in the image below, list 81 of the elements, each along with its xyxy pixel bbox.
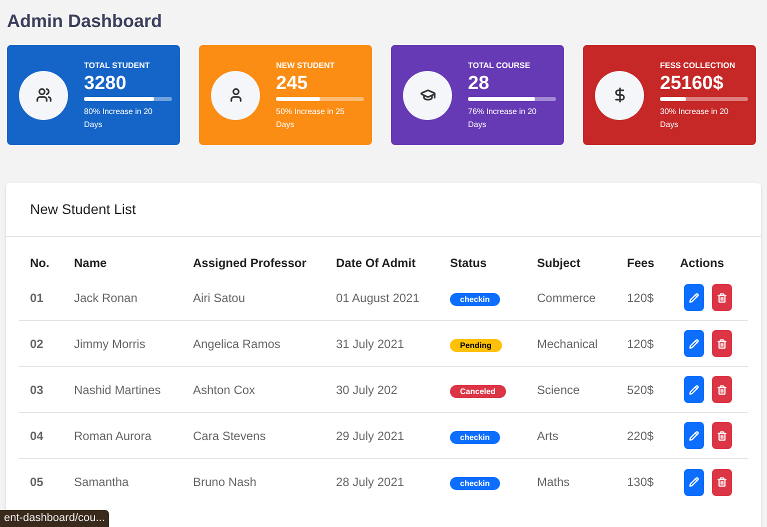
link-status-bar: ent-dashboard/cou... [0,510,109,527]
graduation-cap-icon [420,87,436,103]
edit-button[interactable] [684,376,704,403]
table-cell-text: Samantha [74,474,130,491]
table-cell-text: 120$ [627,336,655,352]
table-cell-text: Jack Ronan [74,290,138,306]
status-badge: Canceled [450,384,506,398]
page-title: Admin Dashboard [7,10,164,33]
table-cell-text: Arts [537,428,560,444]
table-cell-text: Roman Aurora [74,428,152,444]
table-cell-text: 03 [30,382,44,398]
table-cell-text: 30 July 202 [336,382,398,398]
table-cell-text: 120$ [627,290,655,306]
card-value: 25160$ [660,72,724,96]
delete-button[interactable] [712,330,732,357]
table-cell-text: 01 August 2021 [336,290,420,306]
trash-icon [717,430,727,440]
table-cell-text: 130$ [627,474,655,491]
table-cell-text: 05 [30,474,44,491]
card-label: TOTAL STUDENT [84,60,151,72]
table-cell-text: 28 July 2021 [336,474,406,491]
card-label: FESS COLLECTION [660,60,736,72]
column-header: Subject [537,255,582,272]
card-value: 3280 [84,72,128,96]
pencil-icon [689,384,699,394]
table-cell-text: Maths [537,474,571,491]
table-cell-text: Science [537,382,581,398]
trash-icon [717,292,727,302]
card-note: 76% Increase in 20 Days [468,106,538,130]
card-note: 50% Increase in 25 Days [276,106,346,130]
table-cell-text: Cara Stevens [193,428,267,444]
delete-button[interactable] [712,376,732,403]
trash-icon [717,338,727,348]
table-cell-text: Ashton Cox [193,382,256,398]
table-cell-text: 520$ [627,382,655,398]
table-cell-text: 01 [30,290,44,306]
table-cell-text: Jimmy Morris [74,336,146,352]
trash-icon [717,477,727,487]
column-header: Date Of Admit [336,255,417,272]
edit-button[interactable] [684,284,704,311]
table-cell-text: 31 July 2021 [336,336,406,352]
card-label: NEW STUDENT [276,60,336,72]
status-badge: checkin [450,477,500,490]
table-cell-text: Angelica Ramos [193,336,282,352]
edit-button[interactable] [684,422,704,449]
table-cell-text: Commerce [537,290,597,306]
column-header: Fees [627,255,656,272]
status-badge: checkin [450,292,500,306]
column-header: Actions [680,255,726,272]
pencil-icon [689,338,699,348]
user-icon [228,87,244,103]
table-cell-text: 29 July 2021 [336,428,406,444]
table-cell-text: Nashid Martines [74,382,162,398]
status-badge: Pending [450,338,502,352]
table-cell-text: Airi Satou [193,290,246,306]
table-cell-text: 04 [30,428,44,444]
card-title: New Student List [30,200,136,219]
table-cell-text: 220$ [627,428,655,444]
delete-button[interactable] [712,284,732,311]
card-note: 80% Increase in 20 Days [84,106,154,130]
pencil-icon [689,292,699,302]
pencil-icon [689,430,699,440]
table-cell-text: Mechanical [537,336,599,352]
trash-icon [717,384,727,394]
delete-button[interactable] [712,468,732,496]
column-header: Assigned Professor [193,255,308,272]
card-value: 245 [276,72,309,96]
edit-button[interactable] [684,330,704,357]
column-header: Name [74,255,108,272]
delete-button[interactable] [712,422,732,449]
column-header: No. [30,255,50,272]
pencil-icon [689,477,699,487]
status-badge: checkin [450,430,500,444]
table-cell-text: Bruno Nash [193,474,258,491]
card-note: 30% Increase in 20 Days [660,106,730,130]
users-icon [36,87,52,103]
column-header: Status [450,255,488,272]
edit-button[interactable] [684,468,704,496]
card-value: 28 [468,72,490,96]
table-cell-text: 02 [30,336,44,352]
card-label: TOTAL COURSE [468,60,532,72]
